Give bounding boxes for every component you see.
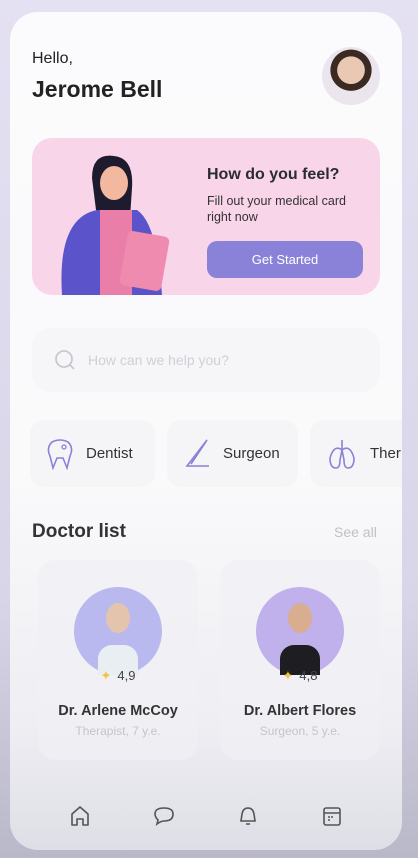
user-avatar[interactable] xyxy=(322,47,380,105)
promo-banner: How do you feel? Fill out your medical c… xyxy=(32,138,380,295)
rating-value: 4,9 xyxy=(117,668,136,683)
doctor-name: Dr. Arlene McCoy xyxy=(58,703,178,719)
bottom-nav xyxy=(10,804,402,828)
lungs-icon xyxy=(329,439,355,469)
doctor-avatar xyxy=(74,587,162,675)
doctor-avatar xyxy=(256,587,344,675)
calendar-icon[interactable] xyxy=(320,804,344,828)
phone-screen: Hello, Jerome Bell How do you feel? Fill… xyxy=(10,12,402,850)
doctor-card[interactable]: ✦ 4,9 Dr. Arlene McCoy Therapist, 7 y.e. xyxy=(38,560,198,760)
doctor-specialty: Surgeon, 5 y.e. xyxy=(259,724,341,738)
category-label: Surgeon xyxy=(223,445,280,462)
doctor-rating: ✦ 4,9 xyxy=(38,668,198,684)
home-icon[interactable] xyxy=(68,804,92,828)
scalpel-icon xyxy=(185,439,209,467)
rating-value: 4,8 xyxy=(299,668,318,683)
get-started-button[interactable]: Get Started xyxy=(207,241,363,278)
doctor-card[interactable]: ✦ 4,8 Dr. Albert Flores Surgeon, 5 y.e. xyxy=(220,560,380,760)
chat-icon[interactable] xyxy=(152,804,176,828)
tooth-icon xyxy=(47,438,73,470)
search-input[interactable]: How can we help you? xyxy=(32,328,380,392)
category-label: Dentist xyxy=(86,445,133,462)
category-therapist[interactable]: Ther xyxy=(310,420,402,487)
bell-icon[interactable] xyxy=(236,804,260,828)
doctor-list-title: Doctor list xyxy=(32,521,126,542)
user-name: Jerome Bell xyxy=(32,76,163,102)
banner-title: How do you feel? xyxy=(207,166,340,183)
star-icon: ✦ xyxy=(100,668,112,683)
category-surgeon[interactable]: Surgeon xyxy=(167,420,298,487)
doctor-name: Dr. Albert Flores xyxy=(243,703,357,719)
greeting: Hello, xyxy=(32,50,73,67)
search-placeholder: How can we help you? xyxy=(88,352,229,368)
search-icon xyxy=(55,350,75,370)
category-dentist[interactable]: Dentist xyxy=(30,420,155,487)
doctor-illustration xyxy=(61,155,170,295)
doctor-specialty: Therapist, 7 y.e. xyxy=(75,724,161,738)
star-icon: ✦ xyxy=(282,668,294,683)
banner-subtitle: Fill out your medical card right now xyxy=(207,194,346,224)
see-all-link[interactable]: See all xyxy=(334,524,377,540)
category-label: Ther xyxy=(370,445,401,462)
doctor-rating: ✦ 4,8 xyxy=(220,668,380,684)
